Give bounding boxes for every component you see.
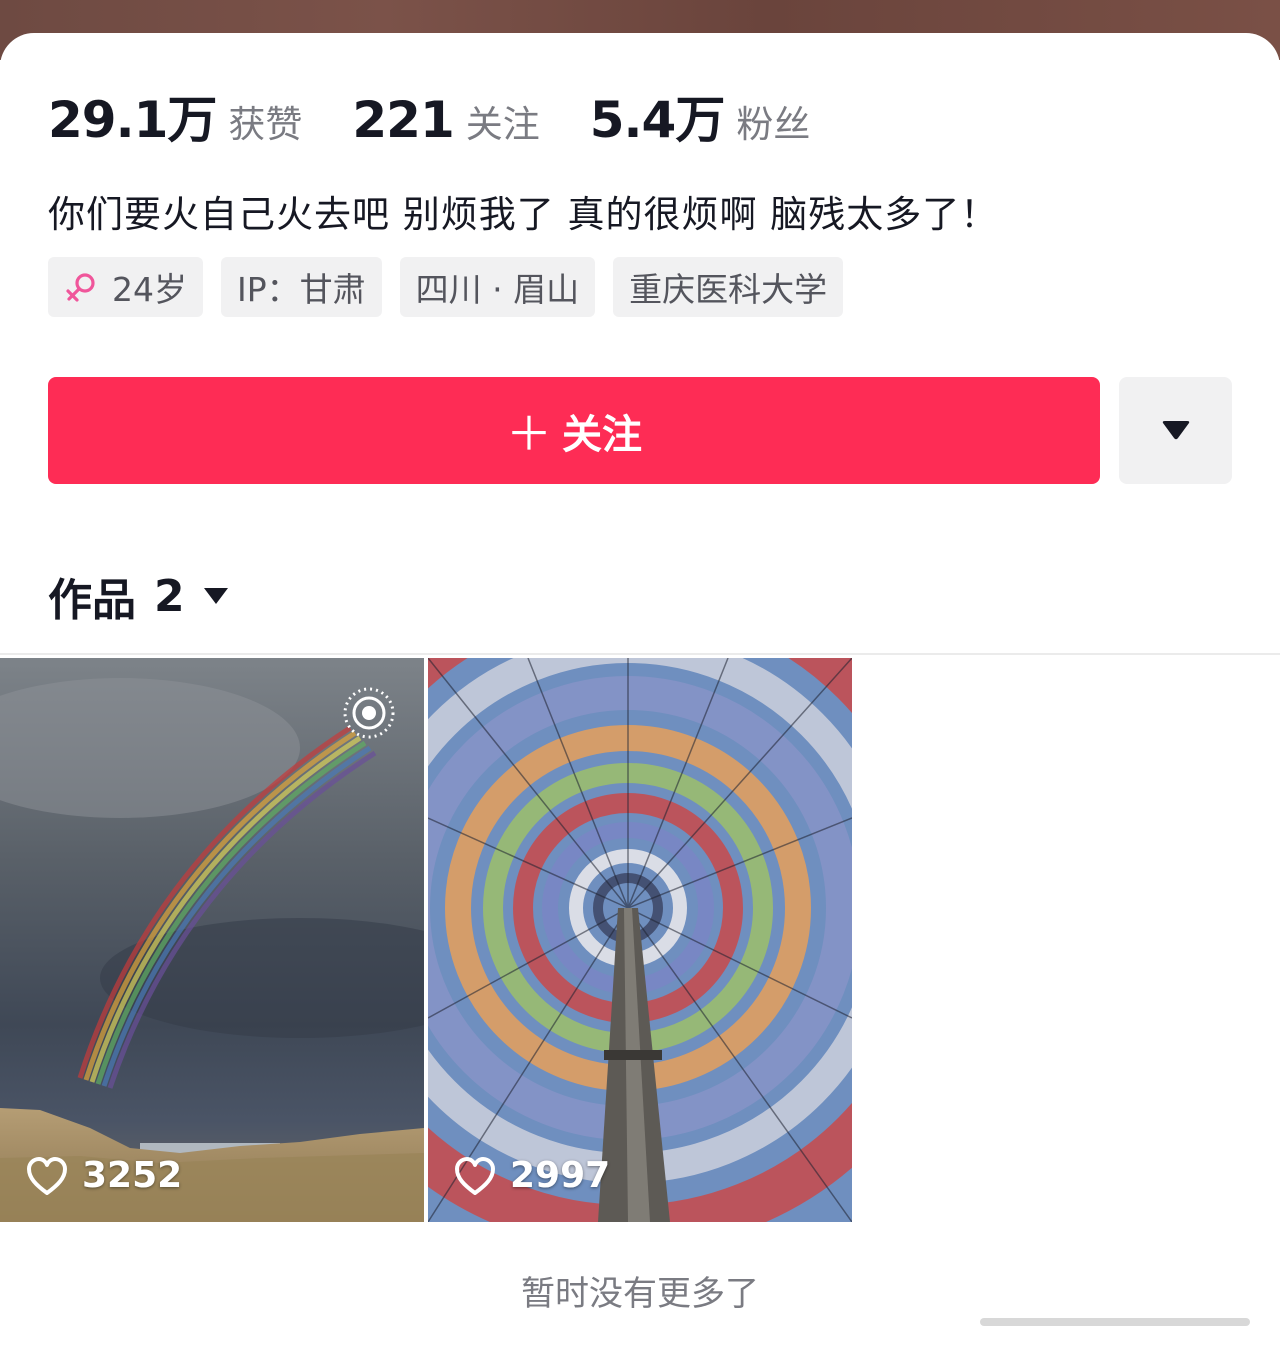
tag-school[interactable]: 重庆医科大学 xyxy=(613,257,844,317)
stat-likes-value: 29.1万 xyxy=(48,91,217,149)
heart-icon xyxy=(27,1156,67,1195)
stat-followers-label: 粉丝 xyxy=(736,103,811,146)
works-count: 2 xyxy=(154,570,185,622)
live-photo-icon xyxy=(343,687,395,739)
video-likes-count: 2997 xyxy=(510,1155,611,1196)
works-tab-header[interactable]: 作品 2 xyxy=(48,568,229,626)
stat-followers[interactable]: 5.4万 粉丝 xyxy=(590,80,811,152)
tag-ip: IP：甘肃 xyxy=(221,257,382,317)
no-more-content-text: 暂时没有更多了 xyxy=(521,1274,759,1314)
heart-icon xyxy=(455,1156,495,1195)
tag-age: 24岁 xyxy=(112,270,187,309)
caret-down-icon xyxy=(203,588,228,604)
home-indicator[interactable] xyxy=(980,1318,1250,1326)
video-likes: 3252 xyxy=(26,1155,182,1196)
plus-icon: ＋ xyxy=(506,406,552,461)
divider xyxy=(0,653,1280,655)
works-title: 作品 xyxy=(48,575,136,626)
video-thumbnail-2[interactable]: 2997 xyxy=(428,658,852,1222)
stat-following-value: 221 xyxy=(352,91,454,149)
profile-tags: 24岁 IP：甘肃 四川 · 眉山 重庆医科大学 xyxy=(48,257,861,317)
follow-button-label: 关注 xyxy=(562,411,642,458)
female-icon xyxy=(66,273,95,302)
video-likes-count: 3252 xyxy=(82,1155,183,1196)
tag-location: 四川 · 眉山 xyxy=(399,257,596,317)
video-likes: 2997 xyxy=(454,1155,610,1196)
stat-likes[interactable]: 29.1万 获赞 xyxy=(48,80,302,152)
tag-gender-age: 24岁 xyxy=(48,257,203,317)
video-cover-prayer-flags xyxy=(428,658,852,1222)
profile-stats: 29.1万 获赞 221 关注 5.4万 粉丝 xyxy=(48,80,860,149)
stat-following-label: 关注 xyxy=(465,103,540,146)
stat-followers-value: 5.4万 xyxy=(589,91,726,149)
caret-down-icon xyxy=(1162,420,1189,439)
video-cover-rainbow xyxy=(0,658,424,1222)
stat-following[interactable]: 221 关注 xyxy=(352,91,539,149)
more-options-button[interactable] xyxy=(1119,377,1232,484)
profile-bio: 你们要火自己火去吧 别烦我了 真的很烦啊 脑残太多了！ xyxy=(48,193,999,236)
follow-button[interactable]: ＋ 关注 xyxy=(48,377,1100,484)
video-thumbnail-1[interactable]: 3252 xyxy=(0,658,424,1222)
stat-likes-label: 获赞 xyxy=(228,103,303,146)
